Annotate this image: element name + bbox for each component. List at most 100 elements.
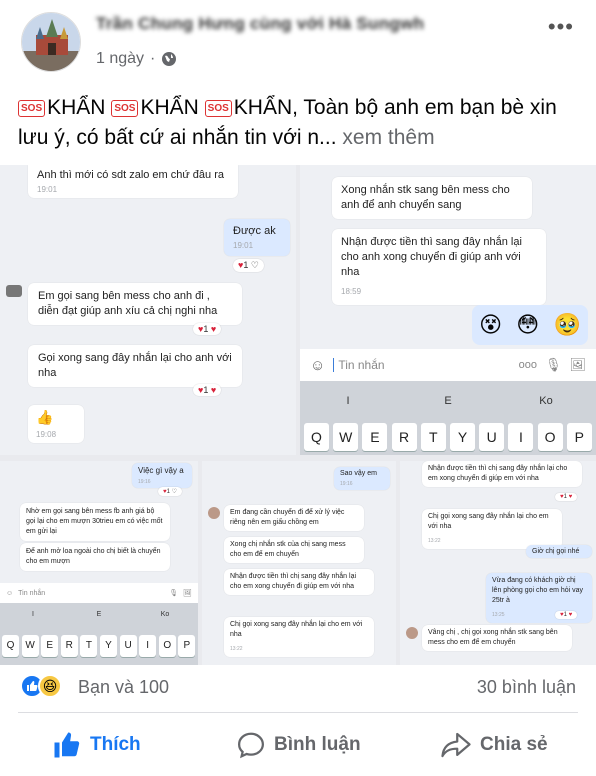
sticker-icon[interactable]: ☺	[310, 357, 325, 374]
message-bubble: Anh thì mới có sdt zalo em chứ đâu ra 19…	[28, 165, 238, 198]
heart-icon: ♥	[163, 489, 167, 495]
heart-icon: ♥	[568, 494, 573, 500]
more-icon[interactable]: ooo	[519, 359, 537, 371]
reaction-badge[interactable]: ♥1 ♡	[233, 259, 264, 272]
author-name[interactable]: Trần Chung Hưng cùng với Hà Sungwh	[96, 14, 424, 34]
message-text: Nhận được tiền thì chị sang đây nhắn lại…	[230, 573, 357, 590]
microphone-icon[interactable]: 🎙	[545, 357, 562, 373]
message-bubble: Xong nhắn stk sang bên mess cho anh để a…	[332, 177, 532, 219]
key-u[interactable]: U	[119, 635, 137, 657]
reaction-badge[interactable]: ♥1 ♥	[193, 384, 222, 396]
message-time: 19:01	[37, 185, 58, 194]
author-avatar[interactable]	[21, 12, 81, 72]
like-button[interactable]: Thích	[52, 730, 141, 760]
reaction-icons[interactable]: 😆	[20, 674, 62, 698]
image-icon[interactable]: 🖼	[569, 357, 586, 373]
sticker-icon[interactable]: ☺	[6, 590, 13, 597]
heart-icon: ♥	[560, 494, 564, 500]
message-input[interactable]: Tin nhắn	[18, 590, 164, 597]
key-y[interactable]: Y	[100, 635, 117, 657]
image-icon[interactable]: 🖼	[183, 589, 192, 597]
message-bubble: Giờ chị gọi nhé	[526, 545, 592, 558]
screenshot-1[interactable]: Anh thì mới có sdt zalo em chứ đâu ra 19…	[0, 165, 296, 455]
reaction-count[interactable]: Bạn và 100	[78, 677, 169, 698]
key-o[interactable]: O	[537, 423, 563, 451]
key-q[interactable]: Q	[304, 423, 329, 451]
key-o[interactable]: O	[158, 635, 176, 657]
emoji-icon: 🥹	[553, 312, 581, 337]
key-w[interactable]: W	[21, 635, 39, 657]
like-label: Thích	[90, 734, 141, 755]
reaction-count: 1	[203, 324, 209, 334]
comment-label: Bình luận	[274, 734, 361, 755]
message-text: Xong nhắn stk sang bên mess cho anh để a…	[341, 184, 510, 211]
post-time[interactable]: 1 ngày	[96, 50, 144, 68]
heart-icon: ♥	[560, 612, 564, 618]
key-e[interactable]: E	[362, 423, 388, 451]
key-p[interactable]: P	[566, 423, 592, 451]
keyboard-suggestion[interactable]: E	[436, 395, 460, 407]
sos-icon: SOS	[204, 100, 232, 117]
thumbs-up-icon	[54, 732, 80, 758]
screenshot-3[interactable]: Việc gì vậy a 19:16 ♥1 ♡ Nhờ em gọi sang…	[0, 461, 198, 665]
key-r[interactable]: R	[60, 635, 78, 657]
key-p[interactable]: P	[178, 635, 196, 657]
see-more-link[interactable]: xem thêm	[342, 126, 434, 149]
heart-icon: ♥	[568, 612, 573, 618]
emoji-stickers: 😵 😳 🥹	[472, 305, 588, 345]
key-t[interactable]: T	[420, 423, 446, 451]
message-text: Chị gọi xong sang đây nhắn lại cho em vớ…	[230, 621, 363, 638]
message-text: Việc gì vậy a	[138, 466, 184, 475]
message-input-bar: ☺ Tin nhắn 🎙 🖼	[0, 583, 198, 603]
more-options-icon[interactable]: •••	[548, 14, 574, 40]
microphone-icon[interactable]: 🎙	[169, 589, 178, 597]
message-text: Để anh mở loa ngoài cho chị biết là chuy…	[26, 548, 161, 565]
post-header: Trần Chung Hưng cùng với Hà Sungwh 1 ngà…	[0, 0, 596, 86]
photo-collage[interactable]: Anh thì mới có sdt zalo em chứ đâu ra 19…	[0, 165, 596, 665]
key-i[interactable]: I	[508, 423, 534, 451]
reaction-badge[interactable]: ♥1 ♥	[555, 611, 578, 619]
keyboard-suggestion[interactable]: I	[26, 611, 40, 618]
post-meta: 1 ngày ·	[96, 50, 177, 68]
key-q[interactable]: Q	[2, 635, 19, 657]
share-button[interactable]: Chia sẻ	[440, 730, 548, 760]
screenshot-4[interactable]: Sao vậy em 19:16 Em đang cần chuyển đi đ…	[202, 461, 396, 665]
key-y[interactable]: Y	[450, 423, 475, 451]
message-bubble: Việc gì vậy a 19:16	[132, 463, 192, 488]
keyboard-suggestion[interactable]: Ko	[156, 611, 174, 618]
message-time: 18:59	[341, 287, 362, 296]
heart-icon: ♥	[210, 385, 217, 395]
message-input[interactable]: Tin nhắn	[333, 358, 510, 372]
reaction-badge[interactable]: ♥1 ♥	[555, 493, 578, 501]
key-r[interactable]: R	[391, 423, 417, 451]
message-bubble: Sao vậy em 19:16	[334, 467, 390, 490]
comment-icon	[237, 732, 265, 759]
key-u[interactable]: U	[479, 423, 505, 451]
message-text: Nhận được tiền thì sang đây nhắn lại cho…	[341, 236, 522, 278]
globe-icon	[162, 52, 177, 66]
message-bubble: Được ak 19:01	[224, 219, 290, 256]
message-text: Vâng chị , chị gọi xong nhắn stk sang bê…	[428, 629, 558, 646]
message-bubble: Để anh mở loa ngoài cho chị biết là chuy…	[20, 543, 170, 571]
comment-count[interactable]: 30 bình luận	[477, 677, 576, 698]
reaction-stats: 😆 Bạn và 100 30 bình luận	[0, 668, 596, 706]
keyboard-suggestion[interactable]: Ko	[534, 395, 558, 407]
key-t[interactable]: T	[80, 635, 98, 657]
key-i[interactable]: I	[139, 635, 157, 657]
message-text: Vừa đang có khách giờ chị lên phòng gọi …	[492, 577, 584, 604]
message-text: Anh thì mới có sdt zalo em chứ đâu ra	[37, 169, 224, 181]
keyboard-suggestion[interactable]: E	[92, 611, 106, 618]
screenshot-2[interactable]: Xong nhắn stk sang bên mess cho anh để a…	[300, 165, 596, 455]
message-text: Sao vậy em	[340, 470, 377, 477]
message-bubble: Chị gọi xong sang đây nhắn lại cho em vớ…	[224, 617, 374, 657]
message-text: Em gọi sang bên mess cho anh đi , diễn đ…	[38, 290, 218, 317]
screenshot-5[interactable]: Nhận được tiền thì chị sang đây nhắn lại…	[400, 461, 596, 665]
key-w[interactable]: W	[333, 423, 359, 451]
reaction-badge[interactable]: ♥1 ♡	[158, 487, 182, 496]
comment-button[interactable]: Bình luận	[236, 730, 361, 760]
reaction-badge[interactable]: ♥1 ♥	[193, 323, 222, 335]
message-text: Giờ chị gọi nhé	[532, 548, 580, 555]
keyboard-suggestion[interactable]: I	[336, 395, 360, 407]
key-e[interactable]: E	[41, 635, 59, 657]
message-text: Gọi xong sang đây nhắn lại cho anh với n…	[38, 352, 232, 379]
